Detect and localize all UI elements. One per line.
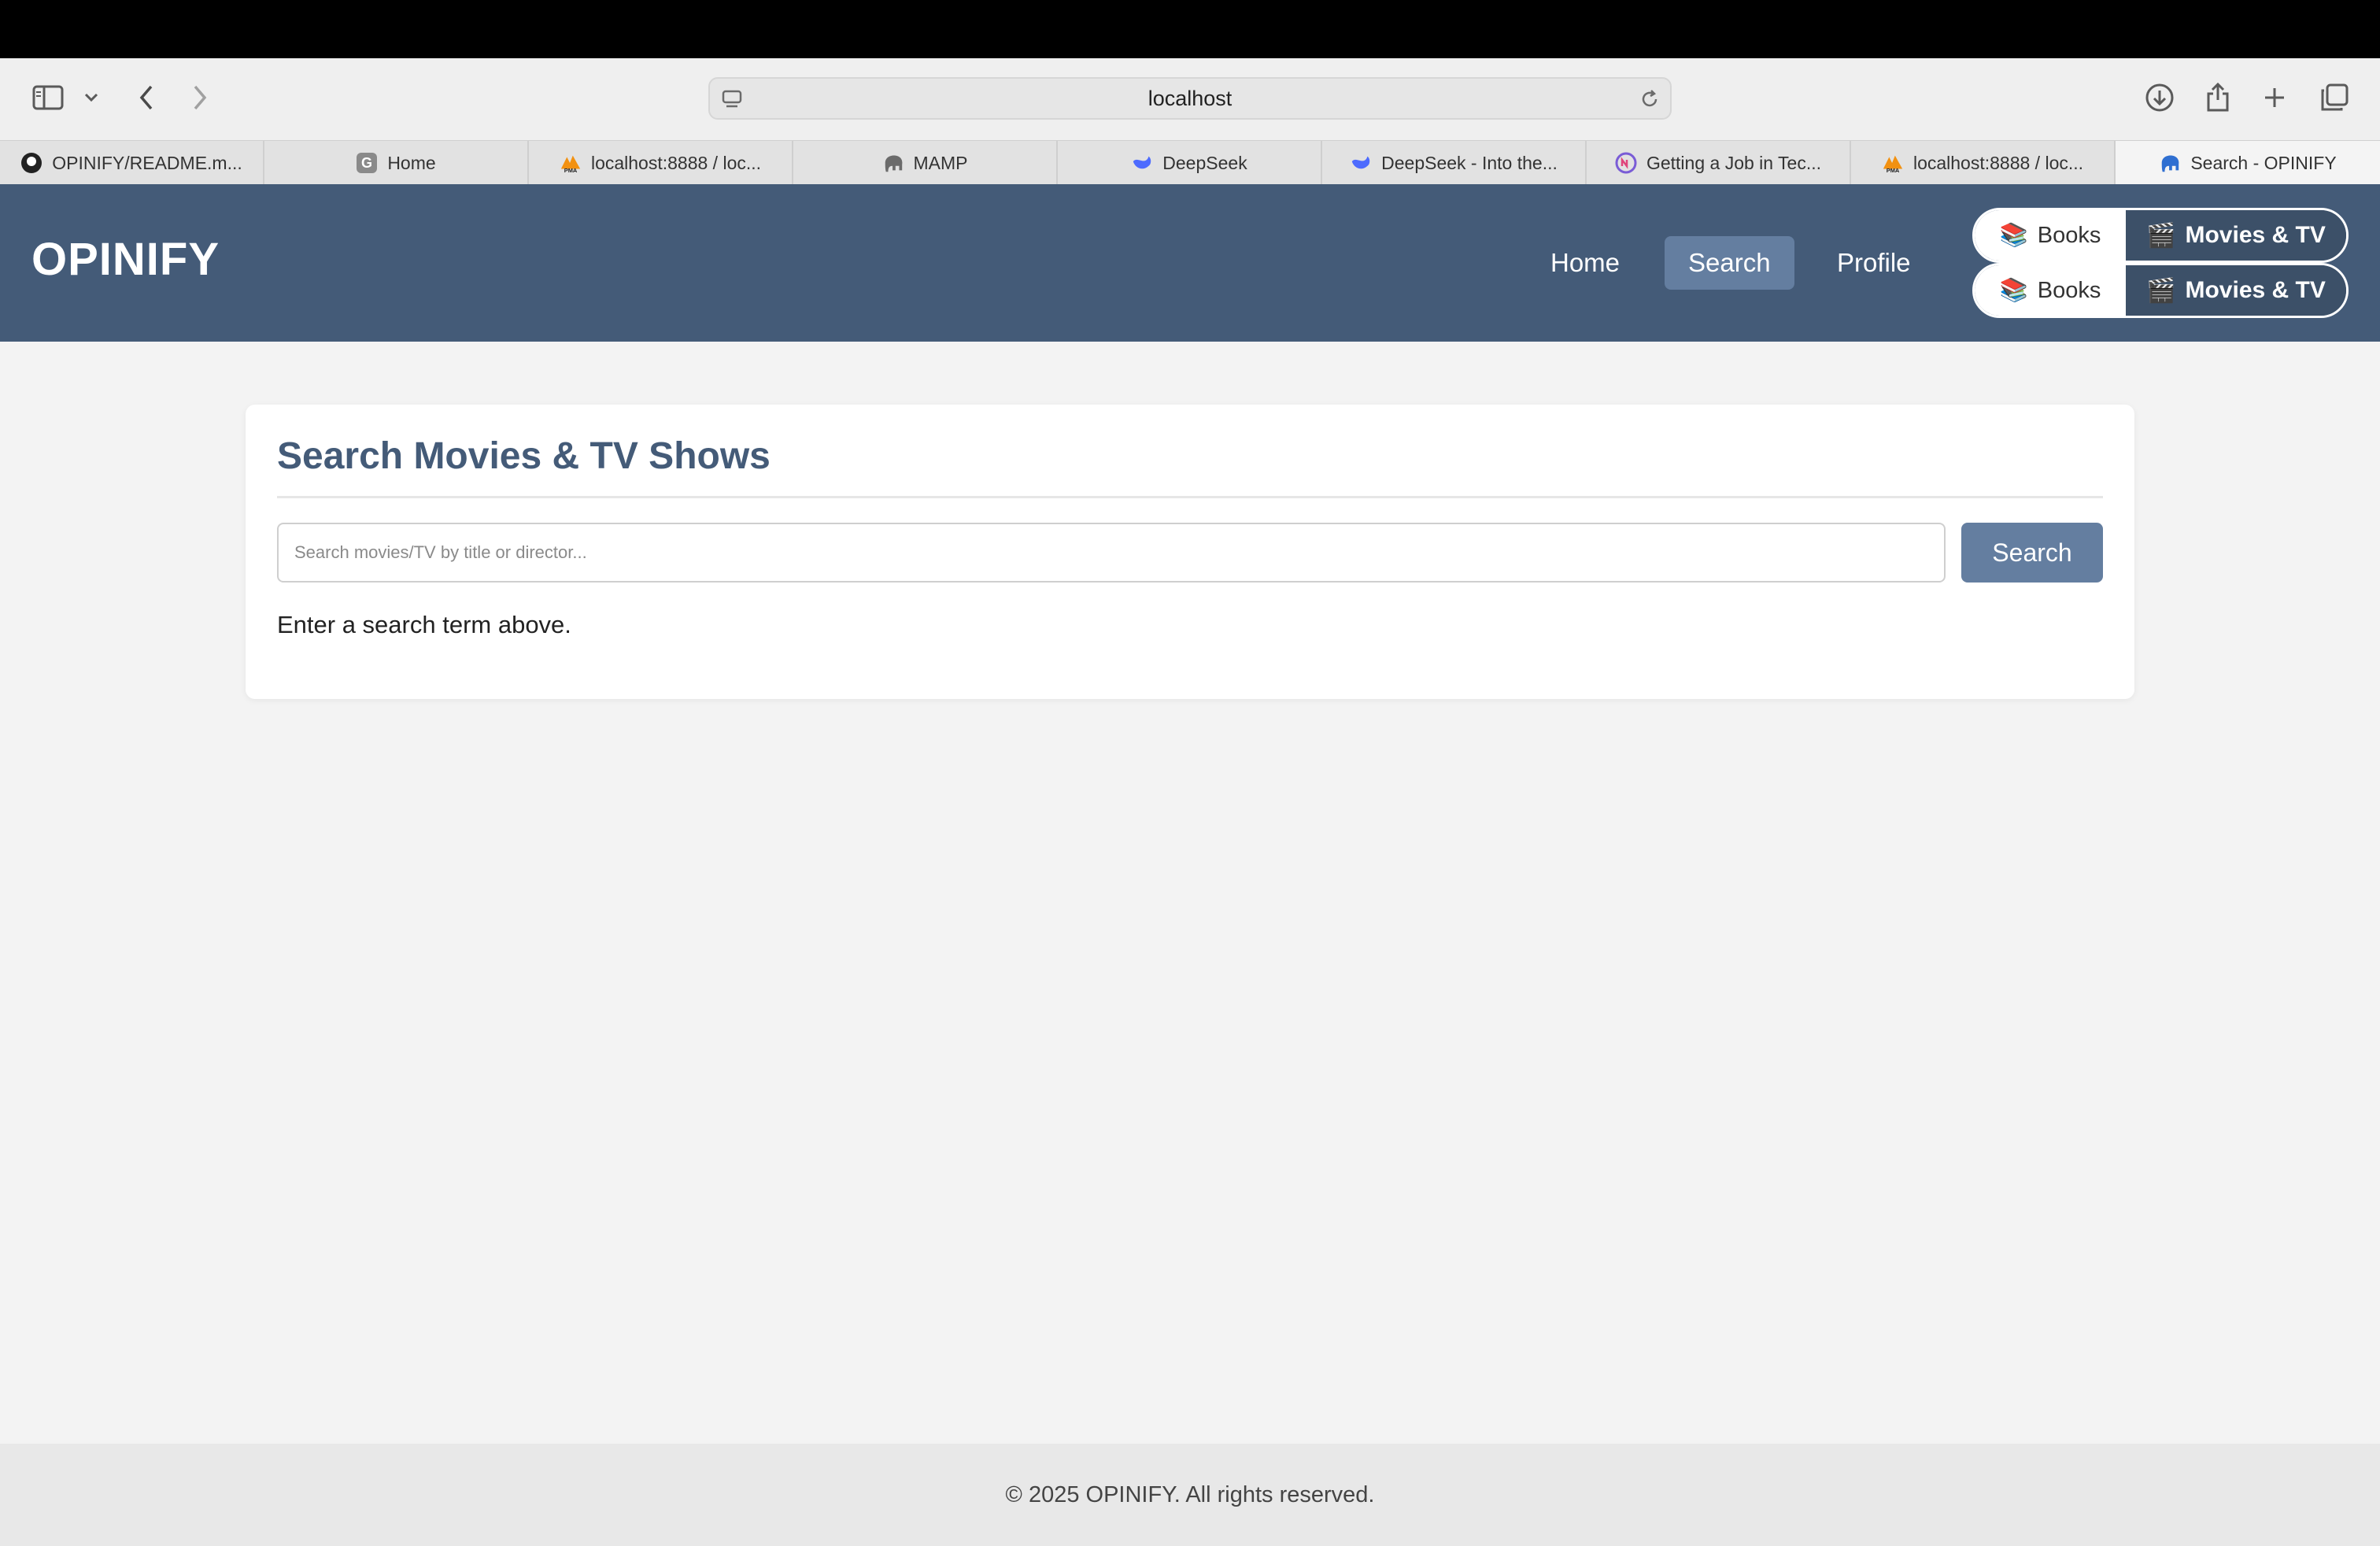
books-toggle-option[interactable]: 📚 Books xyxy=(1975,265,2126,316)
tab-label: localhost:8888 / loc... xyxy=(1913,152,2084,173)
url-text: localhost xyxy=(1148,86,1232,110)
browser-tab[interactable]: MAMP xyxy=(793,141,1058,185)
download-icon[interactable] xyxy=(2142,80,2177,115)
browser-toolbar: localhost xyxy=(0,58,2380,140)
search-card: Search Movies & TV Shows Search Enter a … xyxy=(246,405,2134,699)
tab-label: DeepSeek - Into the... xyxy=(1381,152,1558,173)
movies-label: Movies & TV xyxy=(2185,222,2326,248)
tab-label: DeepSeek xyxy=(1162,152,1247,173)
tab-overview-icon[interactable] xyxy=(2317,80,2352,115)
books-label: Books xyxy=(2037,277,2101,303)
nav-search-link[interactable]: Search xyxy=(1665,236,1794,290)
browser-tab[interactable]: DeepSeek xyxy=(1058,141,1322,185)
new-tab-icon[interactable] xyxy=(2259,82,2290,113)
browser-tab[interactable]: DeepSeek - Into the... xyxy=(1322,141,1587,185)
title-divider xyxy=(277,496,2103,498)
svg-text:PMA: PMA xyxy=(564,167,578,174)
site-header: OPINIFY Home Search Profile 📚 Books 🎬 Mo… xyxy=(0,184,2380,342)
movies-toggle-option[interactable]: 🎬 Movies & TV xyxy=(2126,265,2346,316)
share-icon[interactable] xyxy=(2202,79,2234,115)
svg-text:PMA: PMA xyxy=(1887,167,1900,174)
tab-label: localhost:8888 / loc... xyxy=(590,152,762,173)
site-settings-icon[interactable] xyxy=(721,88,743,116)
address-bar[interactable]: localhost xyxy=(708,77,1672,120)
search-input[interactable] xyxy=(277,523,1946,583)
books-toggle-option[interactable]: 📚 Books xyxy=(1975,210,2126,261)
page-title: Search Movies & TV Shows xyxy=(277,435,771,477)
tab-label: Search - OPINIFY xyxy=(2190,152,2337,173)
browser-tab[interactable]: PMA localhost:8888 / loc... xyxy=(1851,141,2116,185)
copyright-text: © 2025 OPINIFY. All rights reserved. xyxy=(1005,1481,1375,1507)
phpmyadmin-icon: PMA xyxy=(1882,152,1904,174)
back-icon[interactable] xyxy=(132,82,161,113)
search-button[interactable]: Search xyxy=(1961,523,2103,583)
clapperboard-icon: 🎬 xyxy=(2146,277,2176,304)
phpmyadmin-icon: PMA xyxy=(560,152,582,174)
media-type-toggle: 📚 Books 🎬 Movies & TV xyxy=(1972,263,2349,318)
clapperboard-icon: 🎬 xyxy=(2146,222,2176,249)
browser-tab[interactable]: OPINIFY/README.m... xyxy=(0,141,264,185)
nav-profile-link[interactable]: Profile xyxy=(1813,236,1935,290)
tab-label: Home xyxy=(387,152,436,173)
elephant-icon xyxy=(2159,152,2181,174)
books-icon: 📚 xyxy=(1999,223,2028,248)
books-label: Books xyxy=(2037,222,2101,248)
forward-icon[interactable] xyxy=(186,82,214,113)
sidebar-toggle-icon[interactable] xyxy=(30,82,66,113)
tab-label: MAMP xyxy=(913,152,968,173)
deepseek-icon xyxy=(1131,152,1153,174)
reload-icon[interactable] xyxy=(1639,88,1661,116)
browser-tab-active[interactable]: Search - OPINIFY xyxy=(2116,141,2380,185)
g-icon: G xyxy=(356,152,378,174)
browser-tab[interactable]: PMA localhost:8888 / loc... xyxy=(529,141,793,185)
svg-text:G: G xyxy=(361,155,372,171)
nc-icon xyxy=(1615,152,1637,174)
browser-tab[interactable]: Getting a Job in Tec... xyxy=(1587,141,1851,185)
brand-logo[interactable]: OPINIFY xyxy=(31,233,220,286)
movies-toggle-option[interactable]: 🎬 Movies & TV xyxy=(2126,210,2346,261)
tab-strip: OPINIFY/README.m... G Home PMA localhost… xyxy=(0,140,2380,185)
screen-top-bar xyxy=(0,0,2380,58)
site-footer: © 2025 OPINIFY. All rights reserved. xyxy=(0,1444,2380,1546)
nav-home-link[interactable]: Home xyxy=(1527,236,1643,290)
media-type-toggle: 📚 Books 🎬 Movies & TV xyxy=(1972,208,2349,263)
deepseek-icon xyxy=(1350,152,1372,174)
chevron-down-icon[interactable] xyxy=(82,88,101,107)
search-hint: Enter a search term above. xyxy=(277,611,571,638)
browser-tab[interactable]: G Home xyxy=(264,141,529,185)
github-icon xyxy=(20,152,42,174)
books-icon: 📚 xyxy=(1999,278,2028,303)
tab-label: OPINIFY/README.m... xyxy=(52,152,242,173)
movies-label: Movies & TV xyxy=(2185,277,2326,303)
elephant-icon xyxy=(882,152,904,174)
tab-label: Getting a Job in Tec... xyxy=(1646,152,1822,173)
